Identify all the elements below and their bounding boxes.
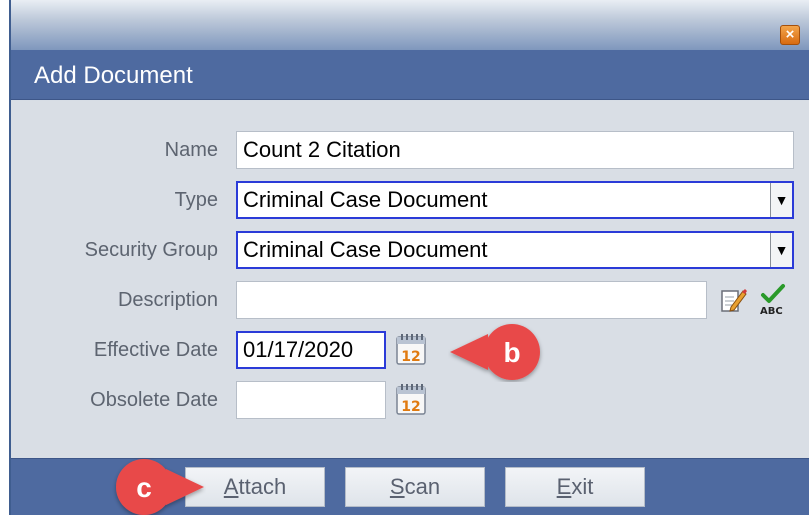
scan-hotkey: S	[389, 474, 405, 499]
effective-date-label: Effective Date	[93, 339, 218, 361]
scan-button[interactable]: Scan	[345, 467, 485, 507]
exit-hotkey: E	[556, 474, 572, 499]
security-group-dropdown-arrow-icon[interactable]: ▼	[770, 233, 792, 267]
type-select[interactable]: Criminal Case Document ▼	[236, 181, 794, 219]
obsolete-date-row: Obsolete Date 12	[11, 381, 809, 419]
security-group-select-value: Criminal Case Document	[243, 237, 488, 262]
spell-check-icon[interactable]: ABC	[757, 283, 789, 317]
type-select-value: Criminal Case Document	[243, 187, 488, 212]
window-top-bar	[11, 0, 809, 50]
description-label: Description	[117, 289, 218, 311]
form-panel: Name Count 2 Citation Type Criminal Case…	[11, 101, 809, 458]
type-label: Type	[174, 189, 218, 211]
effective-date-calendar-icon[interactable]: 12	[395, 332, 427, 366]
exit-label-rest: xit	[571, 474, 594, 499]
name-input[interactable]: Count 2 Citation	[236, 131, 794, 169]
type-dropdown-arrow-icon[interactable]: ▼	[770, 183, 792, 217]
attach-hotkey: A	[223, 474, 239, 499]
effective-date-input[interactable]: 01/17/2020	[236, 331, 386, 369]
add-document-dialog: × Add Document Name Count 2 Citation Typ…	[9, 0, 809, 515]
callout-c-label: c	[136, 472, 152, 503]
description-row: Description ABC	[11, 281, 809, 319]
svg-text:12: 12	[401, 399, 420, 415]
svg-text:12: 12	[401, 349, 420, 365]
security-group-label: Security Group	[84, 239, 218, 261]
security-group-row: Security Group Criminal Case Document ▼	[11, 231, 809, 269]
close-button[interactable]: ×	[780, 25, 800, 45]
svg-text:ABC: ABC	[760, 306, 783, 317]
name-label: Name	[164, 139, 218, 161]
attach-label-rest: ttach	[238, 474, 287, 499]
security-group-select[interactable]: Criminal Case Document ▼	[236, 231, 794, 269]
dialog-title: Add Document	[34, 62, 193, 89]
type-row: Type Criminal Case Document ▼	[11, 181, 809, 219]
attach-button[interactable]: Attach	[185, 467, 325, 507]
dialog-title-bar: Add Document	[11, 50, 809, 100]
exit-button[interactable]: Exit	[505, 467, 645, 507]
description-input[interactable]	[236, 281, 707, 319]
callout-b: b	[450, 324, 540, 380]
name-row: Name Count 2 Citation	[11, 131, 809, 169]
close-icon: ×	[785, 26, 795, 43]
obsolete-date-label: Obsolete Date	[90, 389, 218, 411]
callout-b-label: b	[503, 337, 520, 368]
effective-date-row: Effective Date 01/17/2020 12	[11, 331, 809, 369]
callout-c: c	[116, 459, 204, 515]
scan-label-rest: can	[404, 474, 441, 499]
edit-description-icon[interactable]	[719, 285, 747, 315]
obsolete-date-input[interactable]	[236, 381, 386, 419]
obsolete-date-calendar-icon[interactable]: 12	[395, 382, 427, 416]
